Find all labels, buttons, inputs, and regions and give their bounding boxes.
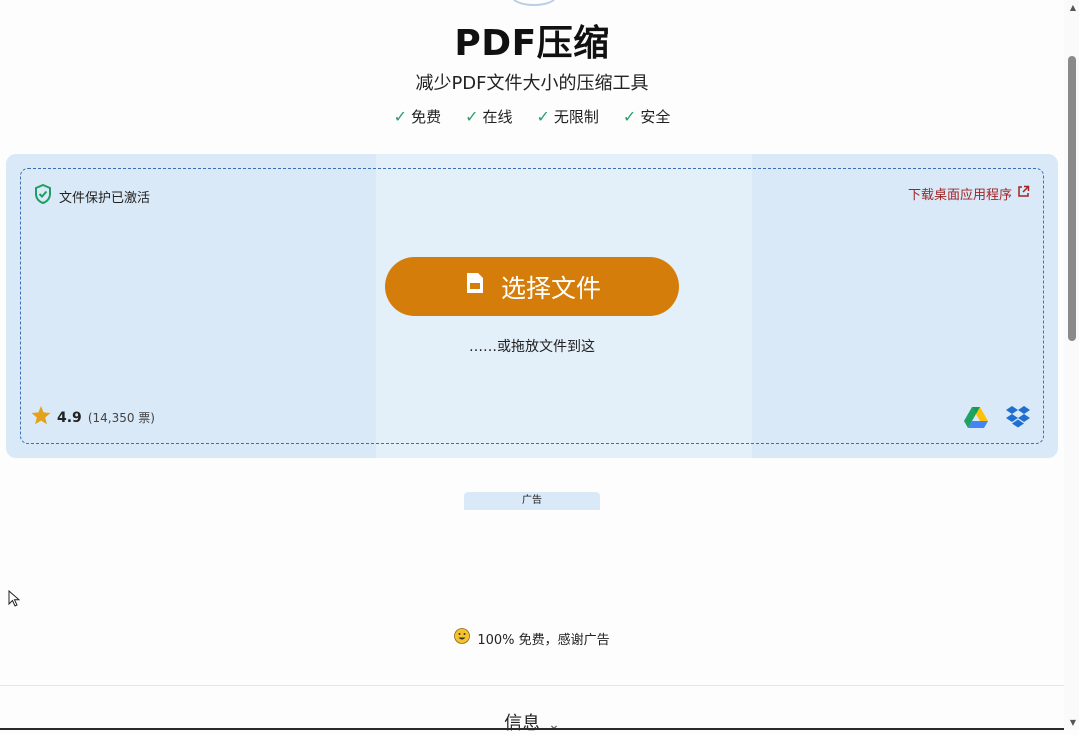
google-drive-icon[interactable]: [964, 406, 988, 432]
scrollbar-thumb[interactable]: [1068, 56, 1076, 341]
info-label: 信息: [504, 713, 541, 734]
feature-item: ✓ 免费: [394, 106, 441, 127]
desktop-link-label: 下载桌面应用程序: [907, 188, 1012, 203]
rating: 4.9 (14,350 票): [31, 406, 155, 429]
rating-votes: (14,350 票): [87, 411, 155, 425]
scroll-up-arrow-icon[interactable]: ▲: [1070, 3, 1076, 12]
chevron-down-icon: ⌄: [548, 717, 560, 733]
drop-hint: ……或拖放文件到这: [469, 339, 595, 355]
feature-label: 免费: [411, 108, 442, 126]
upload-dropzone[interactable]: 文件保护已激活 下载桌面应用程序 选择文件 ……或拖放文件到这 4.9 (14,…: [6, 154, 1058, 458]
check-icon: ✓: [465, 107, 479, 126]
section-divider: [0, 685, 1064, 686]
feature-label: 安全: [640, 108, 671, 126]
ad-label: 广告: [464, 492, 600, 510]
star-icon: [31, 406, 51, 429]
feature-item: ✓ 在线: [465, 106, 512, 127]
vertical-scrollbar[interactable]: ▲ ▼: [1064, 0, 1079, 730]
feature-list: ✓ 免费 ✓ 在线 ✓ 无限制 ✓ 安全: [0, 106, 1064, 127]
rating-score: 4.9: [57, 409, 82, 426]
shield-check-icon: [34, 183, 52, 208]
ad-thanks-notice: 100% 免费，感谢广告: [0, 628, 1064, 648]
page-title: PDF压缩: [454, 23, 610, 64]
feature-label: 无限制: [553, 108, 599, 126]
smiley-icon: [454, 628, 471, 648]
external-link-icon: [1017, 185, 1030, 202]
logo-icon: [511, 0, 557, 6]
thanks-text: 100% 免费，感谢广告: [477, 632, 610, 648]
page-subtitle: 减少PDF文件大小的压缩工具: [415, 73, 649, 94]
feature-label: 在线: [482, 108, 513, 126]
cloud-import-icons: [964, 406, 1030, 432]
dropbox-icon[interactable]: [1006, 406, 1030, 432]
feature-item: ✓ 安全: [623, 106, 670, 127]
download-desktop-app-link[interactable]: 下载桌面应用程序: [908, 184, 1030, 203]
cursor-icon: [8, 589, 21, 611]
select-file-button[interactable]: 选择文件: [385, 257, 679, 316]
select-file-label: 选择文件: [500, 274, 601, 303]
check-icon: ✓: [536, 107, 550, 126]
feature-item: ✓ 无限制: [537, 106, 599, 127]
info-section-toggle[interactable]: 信息 ⌄: [0, 709, 1064, 735]
check-icon: ✓: [393, 107, 408, 126]
file-protection-status: 文件保护已激活: [34, 183, 151, 208]
scroll-down-arrow-icon[interactable]: ▼: [1070, 718, 1076, 727]
file-icon: [463, 271, 487, 302]
check-icon: ✓: [622, 107, 637, 126]
protection-label: 文件保护已激活: [59, 190, 151, 206]
